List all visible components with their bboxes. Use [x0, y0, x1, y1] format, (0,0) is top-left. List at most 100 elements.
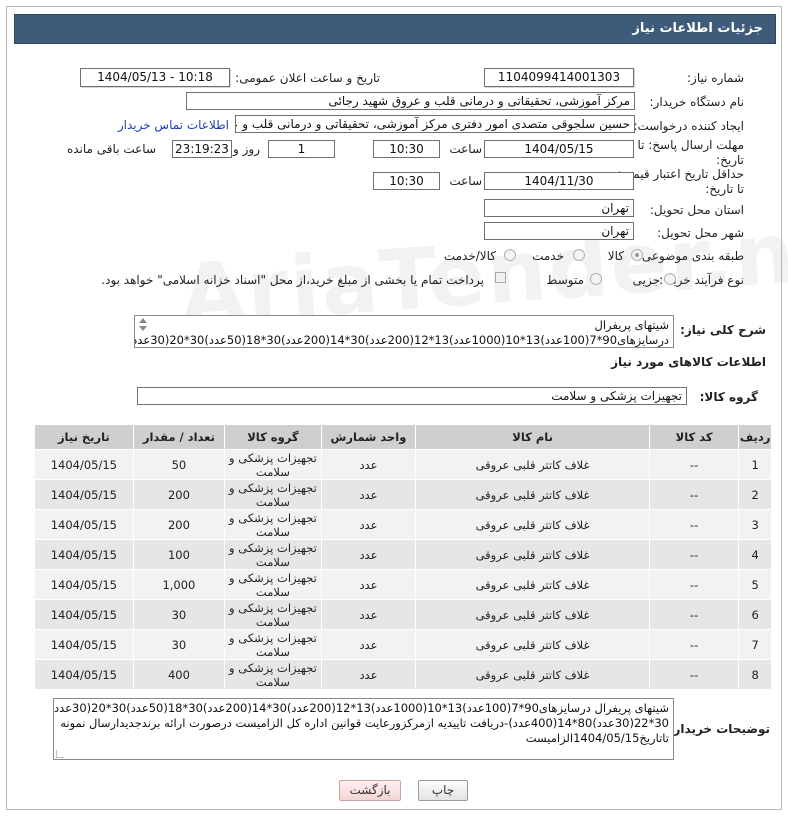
cell-unit: عدد [320, 539, 417, 570]
cell-qty: 200 [132, 479, 226, 510]
cell-qty: 1,000 [132, 569, 226, 600]
cell-name: غلاف کاتتر قلبی عروقی [415, 449, 650, 480]
cell-group: تجهیزات پزشکی و سلامت [224, 479, 322, 510]
cell-date: 1404/05/15 [34, 569, 134, 600]
th-unit: واحد شمارش [320, 424, 417, 450]
buyer-notes-label: توضیحات خریدار: [668, 722, 770, 736]
cell-code: -- [648, 629, 740, 660]
summary-label: شرح کلی نیاز: [680, 323, 766, 337]
validity-time-field: 10:30 [373, 172, 440, 190]
cell-code: -- [648, 659, 740, 690]
cell-code: -- [648, 479, 740, 510]
cell-code: -- [648, 569, 740, 600]
cell-qty: 50 [132, 449, 226, 480]
cell-qty: 200 [132, 509, 226, 540]
deadline-time-label: ساعت [449, 142, 482, 156]
cell-date: 1404/05/15 [34, 539, 134, 570]
validity-label-2: تا تاریخ: [705, 182, 744, 196]
cell-group: تجهیزات پزشکی و سلامت [224, 659, 322, 690]
deadline-label-2: تاریخ: [716, 153, 744, 167]
print-button[interactable]: چاپ [418, 780, 468, 801]
category-radio-goods[interactable] [631, 249, 643, 261]
category-label: طبقه بندی موضوعی: [637, 249, 744, 263]
cell-group: تجهیزات پزشکی و سلامت [224, 449, 322, 480]
cell-name: غلاف کاتتر قلبی عروقی [415, 479, 650, 510]
back-button[interactable]: بازگشت [339, 780, 401, 801]
summary-line-1: شیتهای پریفرال [594, 318, 670, 332]
table-row: 8 -- غلاف کاتتر قلبی عروقی عدد تجهیزات پزشکی… [34, 659, 772, 690]
cell-row: 3 [738, 509, 772, 540]
buyer-notes-line-3: تاتاریخ1404/05/15الزامیست [525, 731, 669, 745]
cell-date: 1404/05/15 [34, 629, 134, 660]
buyer-notes-line-2: 30*22(30عدد)80*14(400عدد)-دریافت تاییدیه… [60, 716, 669, 730]
cell-row: 8 [738, 659, 772, 690]
days-field: 1 [268, 140, 335, 158]
cell-row: 1 [738, 449, 772, 480]
category-radio-service[interactable] [573, 249, 585, 261]
cell-name: غلاف کاتتر قلبی عروقی [415, 569, 650, 600]
cell-unit: عدد [320, 479, 417, 510]
validity-date-field: 1404/11/30 [484, 172, 634, 190]
validity-label-1: حداقل تاریخ اعتبار قیمت: [617, 167, 744, 181]
cell-code: -- [648, 509, 740, 540]
summary-textarea[interactable]: شیتهای پریفرال درسایزهای90*7(100عدد)13*1… [134, 315, 674, 348]
cell-row: 6 [738, 599, 772, 630]
th-code: کد کالا [648, 424, 740, 450]
remaining-label: ساعت باقی مانده [66, 142, 156, 156]
province-label: استان محل تحویل: [649, 203, 744, 217]
cell-unit: عدد [320, 569, 417, 600]
process-option-minor: جزیی [632, 273, 660, 287]
cell-code: -- [648, 599, 740, 630]
cell-date: 1404/05/15 [34, 659, 134, 690]
table-row: 4 -- غلاف کاتتر قلبی عروقی عدد تجهیزات پزشکی… [34, 539, 772, 570]
payment-note: پرداخت تمام یا بخشی از مبلغ خرید،از محل … [101, 273, 484, 287]
cell-unit: عدد [320, 659, 417, 690]
buyer-notes-textarea[interactable]: شیتهای پریفرال درسایزهای90*7(100عدد)13*1… [53, 698, 674, 760]
table-row: 1 -- غلاف کاتتر قلبی عروقی عدد تجهیزات پزشکی… [34, 449, 772, 480]
deadline-label-1: مهلت ارسال پاسخ: تا [637, 138, 744, 152]
cell-code: -- [648, 539, 740, 570]
cell-qty: 400 [132, 659, 226, 690]
scroll-down-icon[interactable] [139, 326, 147, 331]
need-number-label: شماره نیاز: [687, 71, 744, 85]
table-row: 6 -- غلاف کاتتر قلبی عروقی عدد تجهیزات پزشکی… [34, 599, 772, 630]
category-radio-goods-service[interactable] [504, 249, 516, 261]
cell-group: تجهیزات پزشکی و سلامت [224, 629, 322, 660]
announce-label: تاریخ و ساعت اعلان عمومی: [235, 71, 380, 85]
treasury-checkbox[interactable] [495, 272, 506, 283]
page-header: جزئیات اطلاعات نیاز [14, 14, 776, 44]
cell-row: 2 [738, 479, 772, 510]
remaining-time-field: 23:19:23 [172, 140, 232, 158]
province-field: تهران [484, 199, 634, 217]
cell-group: تجهیزات پزشکی و سلامت [224, 509, 322, 540]
category-option-service: خدمت [532, 249, 564, 263]
cell-qty: 100 [132, 539, 226, 570]
contact-buyer-link[interactable]: اطلاعات تماس خریدار [118, 118, 229, 132]
table-header-row: ردیف کد کالا نام کالا واحد شمارش گروه کا… [34, 424, 772, 450]
cell-row: 7 [738, 629, 772, 660]
th-row: ردیف [738, 424, 772, 450]
goods-group-field: تجهیزات پزشکی و سلامت [137, 387, 687, 405]
buyer-field: مرکز آموزشی، تحقیقاتی و درمانی قلب و عرو… [186, 92, 635, 110]
scroll-up-icon[interactable] [139, 318, 147, 323]
city-field: تهران [484, 222, 634, 240]
process-option-medium: متوسط [546, 273, 584, 287]
th-qty: تعداد / مقدار [132, 424, 226, 450]
table-row: 3 -- غلاف کاتتر قلبی عروقی عدد تجهیزات پزشکی… [34, 509, 772, 540]
cell-date: 1404/05/15 [34, 509, 134, 540]
cell-date: 1404/05/15 [34, 479, 134, 510]
th-group: گروه کالا [224, 424, 322, 450]
cell-row: 4 [738, 539, 772, 570]
process-radio-medium[interactable] [590, 273, 602, 285]
cell-date: 1404/05/15 [34, 599, 134, 630]
cell-name: غلاف کاتتر قلبی عروقی [415, 599, 650, 630]
resize-grip-icon[interactable] [56, 750, 64, 758]
creator-field: حسین سلجوقی متصدی امور دفتری مرکز آموزشی… [235, 115, 635, 133]
cell-qty: 30 [132, 599, 226, 630]
deadline-date-field: 1404/05/15 [484, 140, 634, 158]
cell-name: غلاف کاتتر قلبی عروقی [415, 509, 650, 540]
cell-qty: 30 [132, 629, 226, 660]
cell-group: تجهیزات پزشکی و سلامت [224, 569, 322, 600]
process-radio-minor[interactable] [664, 273, 676, 285]
cell-row: 5 [738, 569, 772, 600]
